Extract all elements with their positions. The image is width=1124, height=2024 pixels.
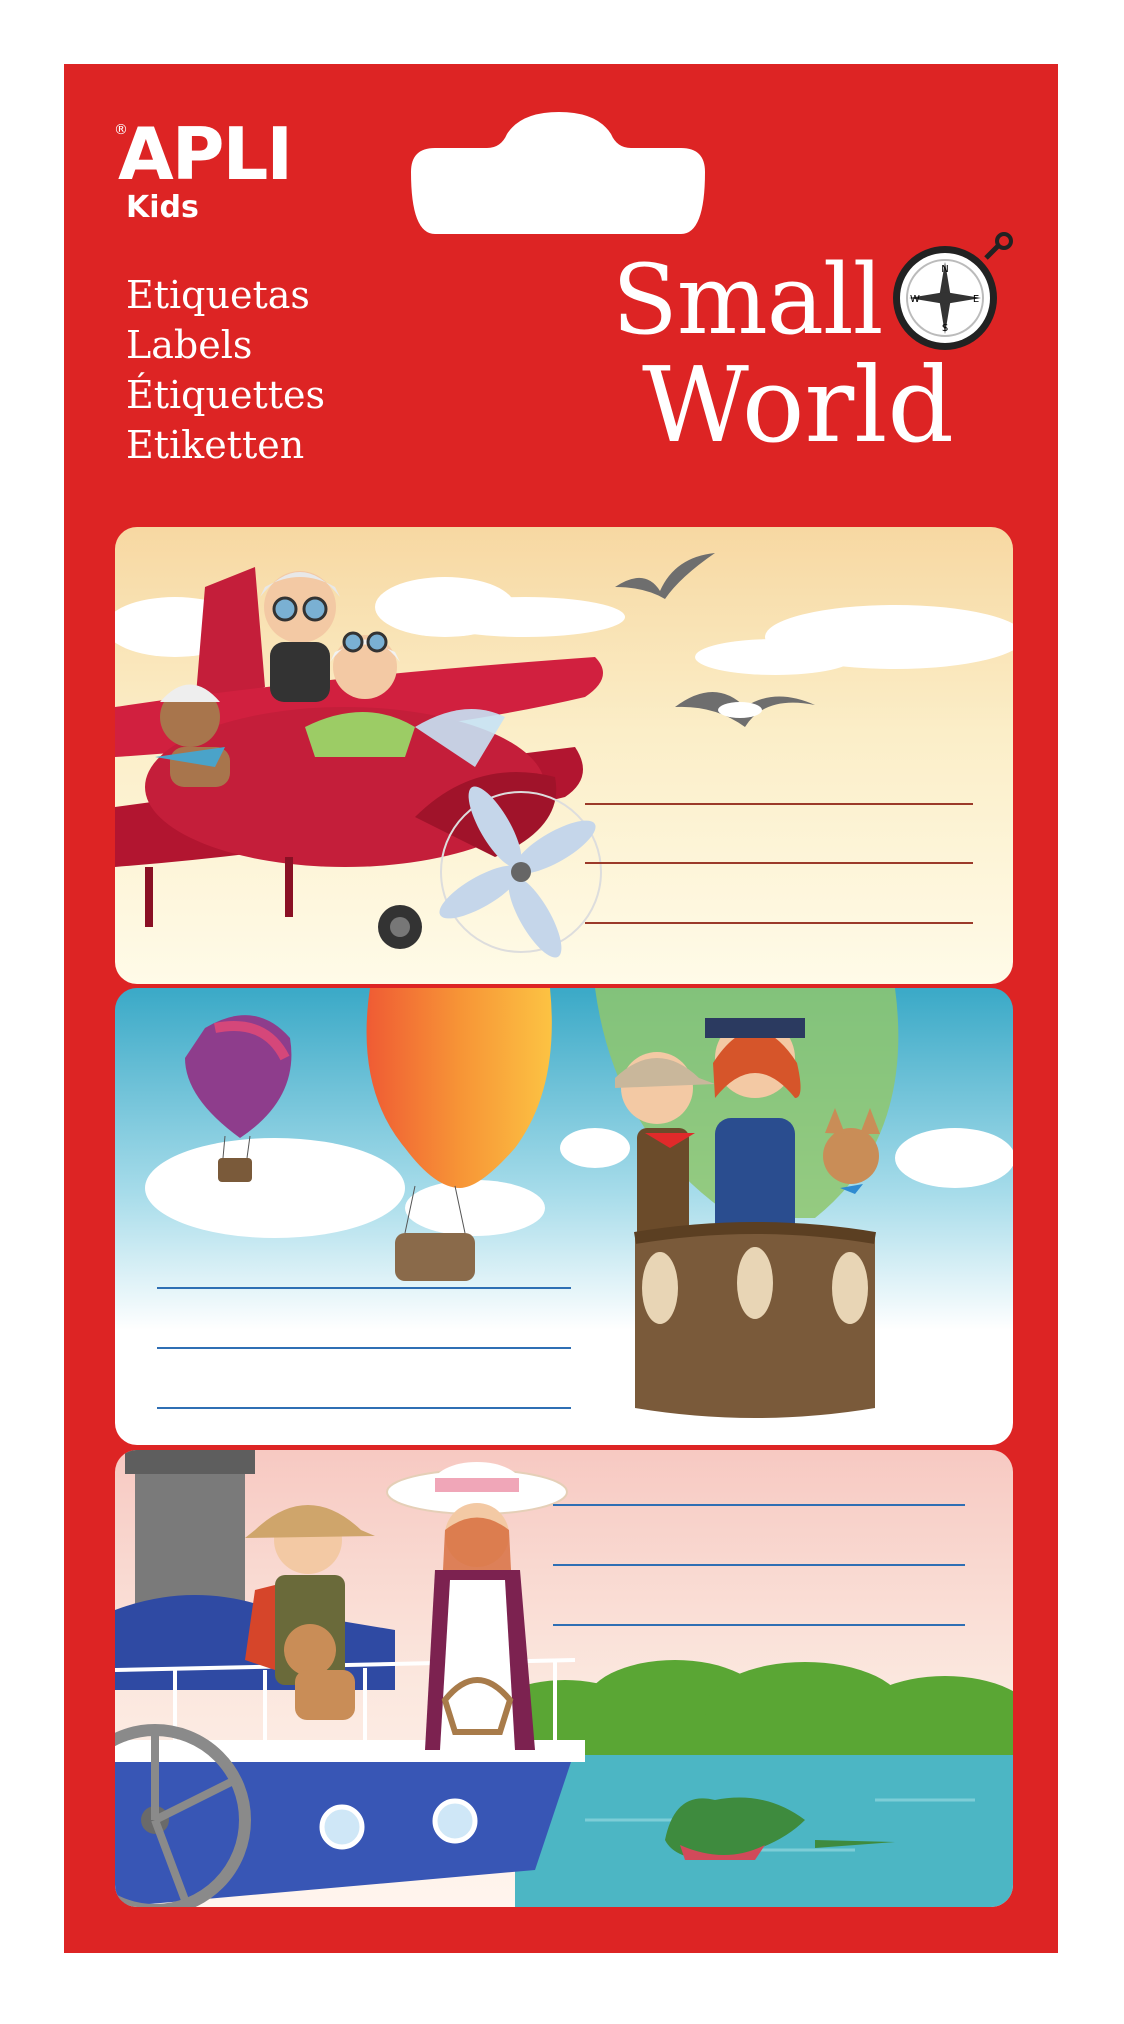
- compass-icon: N E S W: [893, 232, 1013, 350]
- product-type-list: Etiquetas Labels Étiquettes Etiketten: [126, 270, 325, 470]
- brand-name: APLI: [118, 112, 293, 196]
- name-label-steamboat: [115, 1450, 1013, 1907]
- product-type-de: Etiketten: [126, 423, 305, 467]
- compass-n: N: [941, 264, 948, 275]
- product-type-fr: Étiquettes: [126, 373, 325, 417]
- compass-w: W: [910, 294, 920, 305]
- brand-logo: ® APLI Kids: [114, 112, 293, 225]
- name-label-balloon: [115, 988, 1013, 1445]
- compass-s: S: [942, 323, 948, 334]
- registered-mark: ®: [114, 122, 128, 138]
- product-type-en: Labels: [126, 323, 253, 367]
- collection-title-line2: World: [642, 344, 954, 466]
- hang-hole: [411, 112, 705, 234]
- compass-e: E: [973, 294, 979, 305]
- product-type-es: Etiquetas: [126, 273, 310, 317]
- name-label-airplane: [115, 527, 1013, 984]
